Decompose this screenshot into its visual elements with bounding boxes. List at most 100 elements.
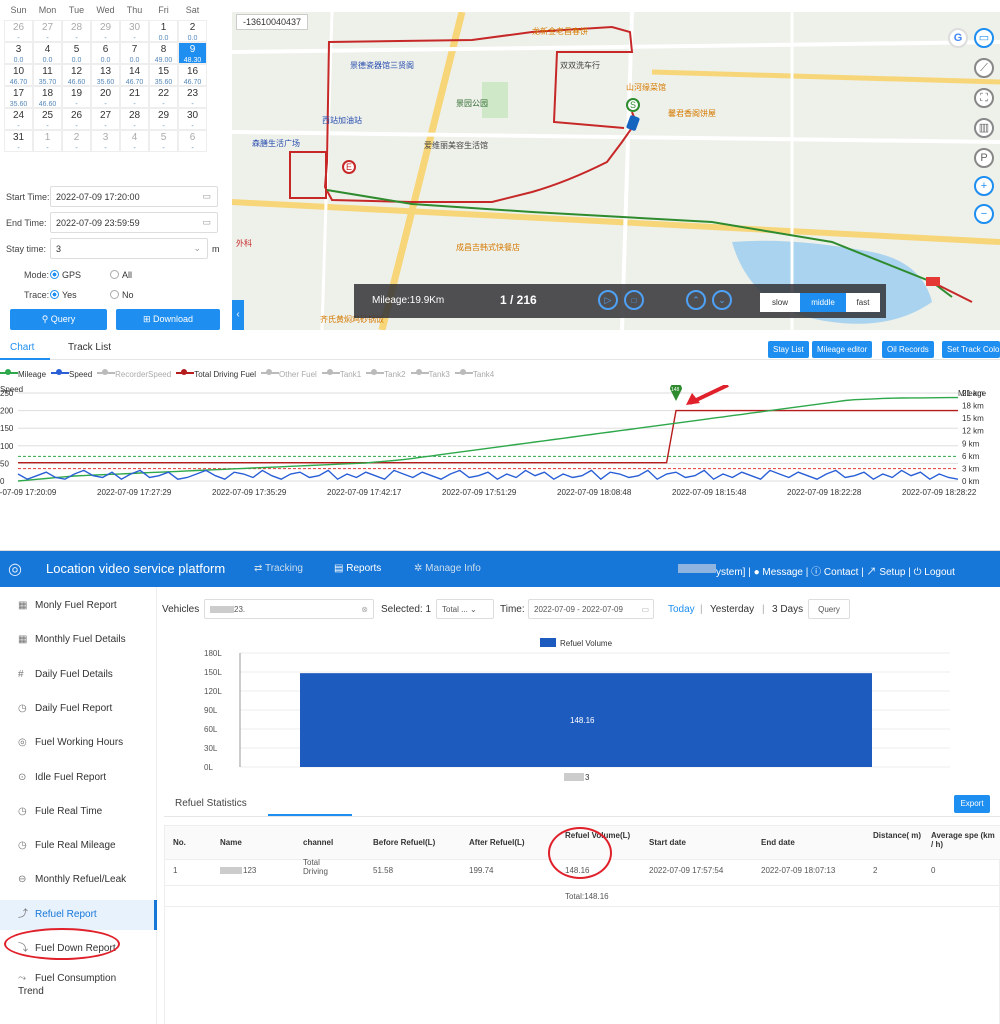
legend-item[interactable]: Tank2 (366, 369, 406, 379)
calendar-day[interactable]: 27- (91, 108, 120, 130)
refuel-statistics-tab[interactable]: Refuel Statistics (175, 798, 247, 809)
calendar-day[interactable]: 28- (62, 20, 91, 42)
nav-manage-info[interactable]: ✲ Manage Info (414, 563, 481, 574)
fullscreen-icon[interactable]: ⛶ (974, 88, 994, 108)
query-button[interactable]: ⚲ Query (10, 309, 107, 330)
end-time-input[interactable]: 2022-07-09 23:59:59 ▭ (50, 212, 218, 233)
calendar-day[interactable]: 2- (62, 130, 91, 152)
calendar-day[interactable]: 16 46.70 (178, 64, 207, 86)
stay-time-select[interactable]: 3 ⌄ (50, 238, 208, 259)
step-down-button[interactable]: ⌄ (712, 290, 732, 310)
calendar-day[interactable]: 30- (178, 108, 207, 130)
stay-list-button[interactable]: Stay List (768, 341, 809, 358)
mode-all-radio[interactable]: All (110, 270, 132, 280)
calendar-day[interactable]: 14 46.70 (120, 64, 149, 86)
sidebar-item[interactable]: ⊙ Idle Fuel Report (0, 763, 157, 793)
ruler-icon[interactable]: ⟋ (974, 58, 994, 78)
yesterday-link[interactable]: Yesterday (710, 604, 754, 615)
download-button[interactable]: ⊞ Download (116, 309, 220, 330)
calendar-day[interactable]: 11 35.70 (33, 64, 62, 86)
legend-item[interactable]: Other Fuel (261, 369, 317, 379)
sidebar-item[interactable]: ⊖ Monthly Refuel/Leak (0, 865, 157, 895)
calendar-day[interactable]: 31 - (4, 130, 33, 152)
sidebar-item[interactable]: ◷ Fule Real Time (0, 797, 157, 827)
legend-item[interactable]: Mileage (0, 369, 46, 379)
start-time-input[interactable]: 2022-07-09 17:20:00 ▭ (50, 186, 218, 207)
sidebar-item[interactable]: ⤴ Refuel Report (0, 899, 157, 930)
map-view[interactable]: -13610040437 龙新金老昌春饼 景德瓷器馆三贤阁 双双洗车行 景园公园… (232, 12, 1000, 330)
calendar-day[interactable]: 4- (120, 130, 149, 152)
calendar-day[interactable]: 3 0.0 (4, 42, 33, 64)
calendar-day[interactable]: 5- (149, 130, 178, 152)
nav-tracking[interactable]: ⇄ Tracking (254, 563, 303, 574)
mileage-editor-button[interactable]: Mileage editor (812, 341, 873, 358)
scale-icon[interactable]: ▥ (974, 118, 994, 138)
sidebar-item[interactable]: ◷ Daily Fuel Report (0, 694, 157, 724)
sidebar-item[interactable]: ◎ Fuel Working Hours (0, 728, 157, 758)
tab-chart[interactable]: Chart (10, 342, 34, 353)
calendar-day[interactable]: 2 0.0 (178, 20, 207, 42)
trace-yes-radio[interactable]: Yes (50, 290, 77, 300)
legend-item[interactable]: Tank3 (410, 369, 450, 379)
sidebar-item[interactable]: ◷ Fule Real Mileage (0, 831, 157, 861)
time-range-input[interactable]: 2022-07-09 - 2022-07-09 ▭ (528, 599, 654, 619)
clear-icon[interactable]: ⊗ (361, 605, 368, 614)
step-up-button[interactable]: ⌃ (686, 290, 706, 310)
legend-item[interactable]: Speed (51, 369, 92, 379)
calendar-day[interactable]: 6- (178, 130, 207, 152)
calendar-day[interactable]: 26- (62, 108, 91, 130)
vehicles-input[interactable]: 23. ⊗ (204, 599, 374, 619)
query-button[interactable]: Query (808, 599, 850, 619)
google-map-icon[interactable]: G (948, 28, 968, 48)
oil-records-button[interactable]: Oil Records (882, 341, 934, 358)
calendar-day[interactable]: 9 48.30 (178, 42, 207, 64)
three-days-link[interactable]: 3 Days (772, 604, 803, 615)
legend-item[interactable]: RecorderSpeed (97, 369, 171, 379)
calendar-day[interactable]: 7 0.0 (120, 42, 149, 64)
calendar-day[interactable]: 4 0.0 (33, 42, 62, 64)
tab-track-list[interactable]: Track List (68, 342, 111, 353)
mode-gps-radio[interactable]: GPS (50, 270, 81, 280)
speed-slow-button[interactable]: slow (760, 293, 800, 312)
calendar-day[interactable]: 19- (62, 86, 91, 108)
zoom-in-icon[interactable]: + (974, 176, 994, 196)
message-icon[interactable]: ▭ (974, 28, 994, 48)
calendar-day[interactable]: 1- (33, 130, 62, 152)
legend-item[interactable]: Tank1 (321, 369, 361, 379)
calendar-day[interactable]: 10 46.70 (4, 64, 33, 86)
speed-middle-button[interactable]: middle (800, 293, 846, 312)
calendar-day[interactable]: 20- (91, 86, 120, 108)
calendar-day[interactable]: 1 0.0 (149, 20, 178, 42)
total-select[interactable]: Total ... ⌄ (436, 599, 494, 619)
collapse-panel-button[interactable]: ‹ (232, 300, 244, 330)
calendar-day[interactable]: 17 35.60 (4, 86, 33, 108)
calendar-day[interactable]: 5 0.0 (62, 42, 91, 64)
calendar-day[interactable]: 8 49.00 (149, 42, 178, 64)
sidebar-item[interactable]: # Daily Fuel Details (0, 660, 157, 690)
header-user-links[interactable]: ystem] | ● Message | ⓘ Contact | ↗ Setup… (716, 563, 955, 578)
parking-icon[interactable]: P (974, 148, 994, 168)
calendar-day[interactable]: 24- (4, 108, 33, 130)
export-button[interactable]: Export (954, 795, 990, 813)
sidebar-item[interactable]: ⤳ Fuel Consumption Trend (0, 968, 157, 998)
legend-item[interactable]: Tank4 (454, 369, 494, 379)
trace-no-radio[interactable]: No (110, 290, 134, 300)
calendar-day[interactable]: 27- (33, 20, 62, 42)
zoom-out-icon[interactable]: − (974, 204, 994, 224)
calendar-day[interactable]: 28- (120, 108, 149, 130)
calendar-day[interactable]: 22- (149, 86, 178, 108)
calendar-day[interactable]: 23- (178, 86, 207, 108)
calendar-day[interactable]: 12 46.60 (62, 64, 91, 86)
sidebar-item[interactable]: ▦ Monthly Fuel Details (0, 625, 157, 655)
play-button[interactable]: ▷ (598, 290, 618, 310)
calendar-day[interactable]: 18 46.60 (33, 86, 62, 108)
calendar-day[interactable]: 26- (4, 20, 33, 42)
calendar-day[interactable]: 15 35.60 (149, 64, 178, 86)
calendar-day[interactable]: 13 35.60 (91, 64, 120, 86)
calendar-day[interactable]: 29- (149, 108, 178, 130)
calendar-day[interactable]: 3- (91, 130, 120, 152)
speed-fast-button[interactable]: fast (846, 293, 880, 312)
calendar-day[interactable]: 21- (120, 86, 149, 108)
calendar-day[interactable]: 25- (33, 108, 62, 130)
set-track-color-button[interactable]: Set Track Colo (942, 341, 1000, 358)
